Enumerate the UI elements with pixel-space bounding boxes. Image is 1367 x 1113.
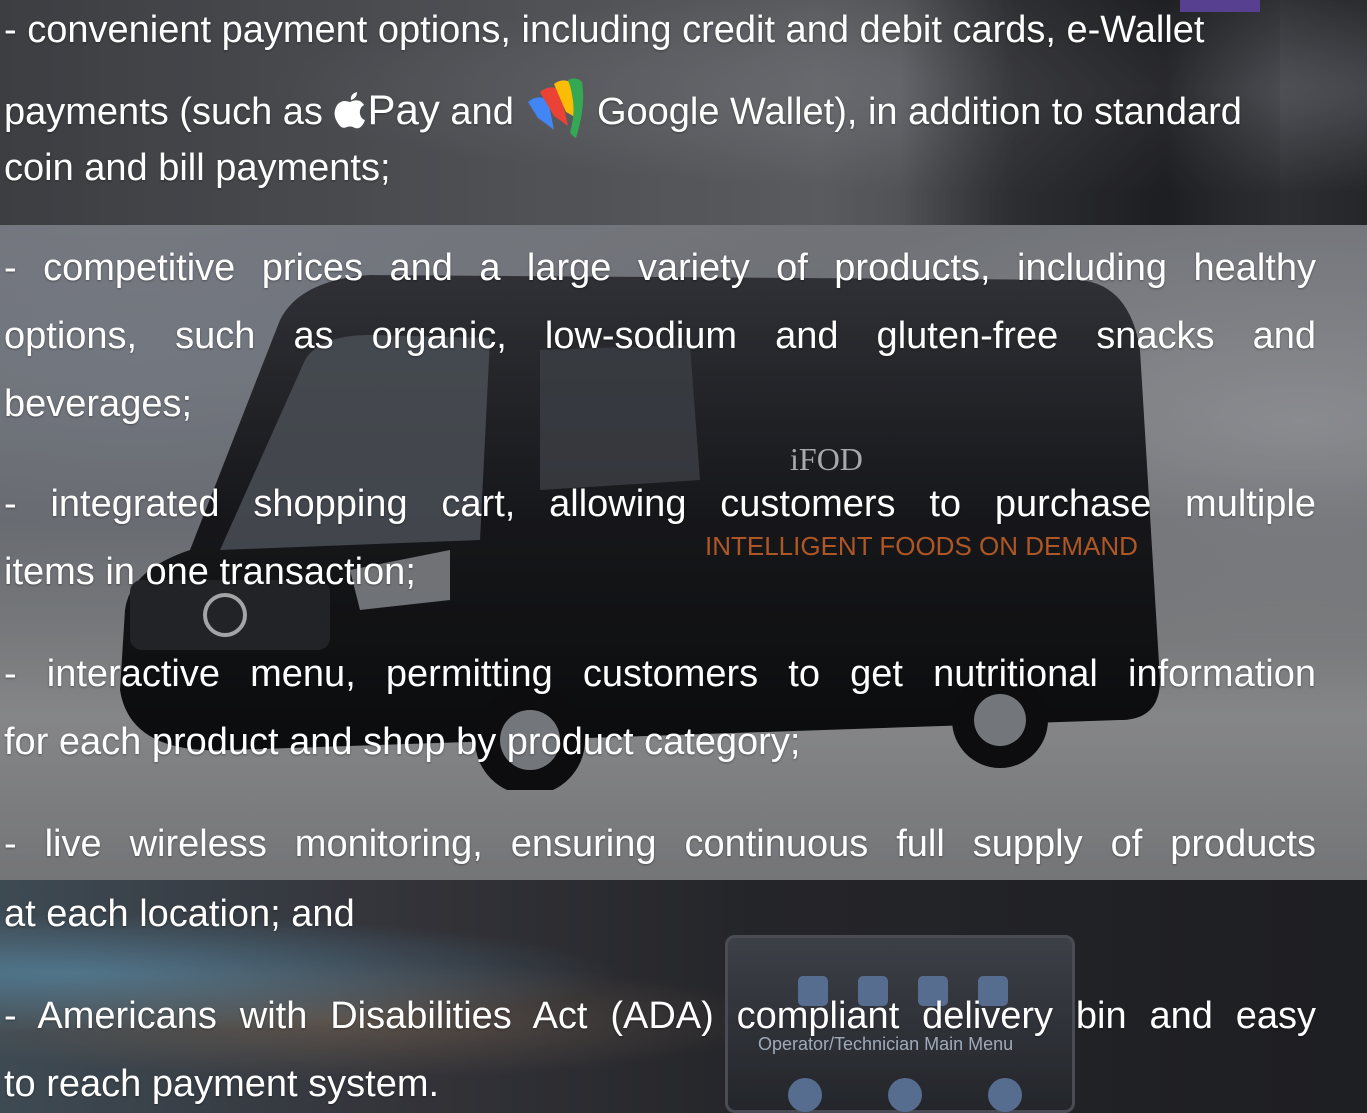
feature-line: for each product and shop by product cat… [4, 721, 801, 763]
feature-line: - interactive menu, permitting customers… [4, 653, 1316, 695]
feature-line: to reach payment system. [4, 1063, 440, 1105]
google-wallet-text: Google Wallet [596, 91, 835, 134]
payments-line: payments (such as Pay and Google Wallet)… [4, 76, 1352, 152]
page: iFOD INTELLIGENT FOODS ON DEMAND Operato… [0, 0, 1367, 1113]
feature-line: at each location; and [4, 893, 355, 935]
apple-pay-text: Pay [367, 86, 440, 134]
feature-line: - convenient payment options, including … [4, 9, 1205, 51]
feature-line: - live wireless monitoring, ensuring con… [4, 823, 1316, 865]
feature-line: - integrated shopping cart, allowing cus… [4, 483, 1316, 525]
google-wallet-logo-icon [524, 76, 586, 152]
feature-line: items in one transaction; [4, 551, 416, 593]
feature-line: - Americans with Disabilities Act (ADA) … [4, 995, 1316, 1037]
feature-line: coin and bill payments; [4, 147, 391, 189]
feature-line: options, such as organic, low-sodium and… [4, 315, 1316, 357]
apple-logo-icon [333, 89, 367, 139]
feature-line: - competitive prices and a large variety… [4, 247, 1316, 289]
payments-after-text: ), in addition to standard [834, 91, 1242, 134]
payments-and-text: and [450, 91, 514, 134]
feature-line: beverages; [4, 383, 193, 425]
payments-before-text: payments (such as [4, 91, 323, 134]
